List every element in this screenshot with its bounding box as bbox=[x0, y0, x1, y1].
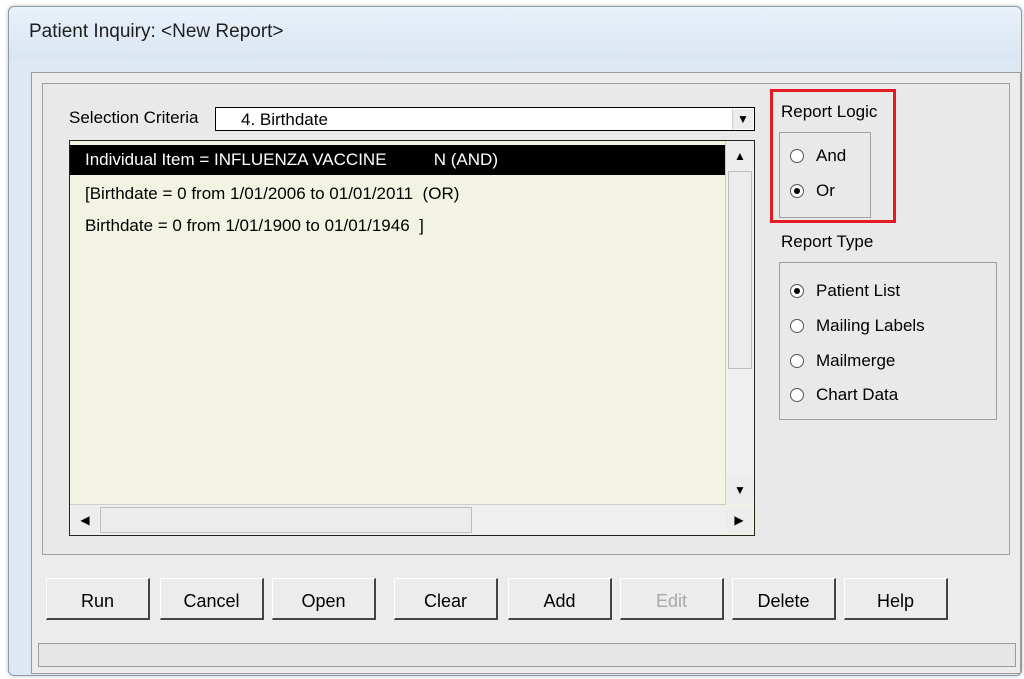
vertical-scroll-thumb[interactable] bbox=[728, 171, 752, 369]
selection-criteria-dropdown[interactable]: 4. Birthdate ▼ bbox=[215, 107, 755, 131]
title-bar: Patient Inquiry: <New Report> bbox=[9, 7, 1021, 61]
open-button[interactable]: Open bbox=[272, 578, 376, 620]
radio-circle-icon[interactable] bbox=[790, 319, 804, 333]
scroll-left-icon[interactable]: ◀ bbox=[72, 507, 98, 533]
add-button[interactable]: Add bbox=[508, 578, 612, 620]
selection-criteria-label: Selection Criteria bbox=[69, 108, 199, 127]
scroll-right-icon[interactable]: ▶ bbox=[726, 507, 752, 533]
scroll-down-icon[interactable]: ▼ bbox=[727, 477, 753, 503]
criteria-listbox[interactable]: Individual Item = INFLUENZA VACCINE N (A… bbox=[69, 140, 755, 536]
cancel-button[interactable]: Cancel bbox=[160, 578, 264, 620]
list-item[interactable]: Individual Item = INFLUENZA VACCINE N (A… bbox=[70, 145, 726, 175]
criteria-panel: Selection Criteria 4. Birthdate ▼ Indivi… bbox=[42, 83, 1010, 555]
window-title: Patient Inquiry: <New Report> bbox=[29, 21, 284, 42]
edit-button[interactable]: Edit bbox=[620, 578, 724, 620]
report-logic-highlight bbox=[770, 89, 896, 223]
chevron-down-icon[interactable]: ▼ bbox=[732, 109, 753, 129]
patient-inquiry-window: Patient Inquiry: <New Report> Selection … bbox=[8, 6, 1022, 676]
radio-circle-icon[interactable] bbox=[790, 388, 804, 402]
selection-criteria-value: 4. Birthdate bbox=[241, 110, 328, 129]
horizontal-scrollbar[interactable]: ◀ ▶ bbox=[70, 504, 752, 535]
vertical-scrollbar[interactable]: ▲ ▼ bbox=[725, 141, 754, 505]
dialog-body: Selection Criteria 4. Birthdate ▼ Indivi… bbox=[31, 72, 1021, 674]
delete-button[interactable]: Delete bbox=[732, 578, 836, 620]
list-item[interactable]: [Birthdate = 0 from 1/01/2006 to 01/01/2… bbox=[70, 179, 726, 209]
horizontal-scroll-thumb[interactable] bbox=[100, 507, 472, 533]
run-button[interactable]: Run bbox=[46, 578, 150, 620]
status-bar bbox=[38, 643, 1016, 667]
clear-button[interactable]: Clear bbox=[394, 578, 498, 620]
help-button[interactable]: Help bbox=[844, 578, 948, 620]
report-type-group: Patient List Mailing Labels Mailmerge Ch… bbox=[779, 262, 997, 420]
scroll-up-icon[interactable]: ▲ bbox=[727, 143, 753, 169]
list-item[interactable]: Birthdate = 0 from 1/01/1900 to 01/01/19… bbox=[70, 211, 726, 241]
report-type-label: Report Type bbox=[781, 232, 874, 251]
radio-circle-icon[interactable] bbox=[790, 354, 804, 368]
radio-selected-icon[interactable] bbox=[790, 284, 804, 298]
